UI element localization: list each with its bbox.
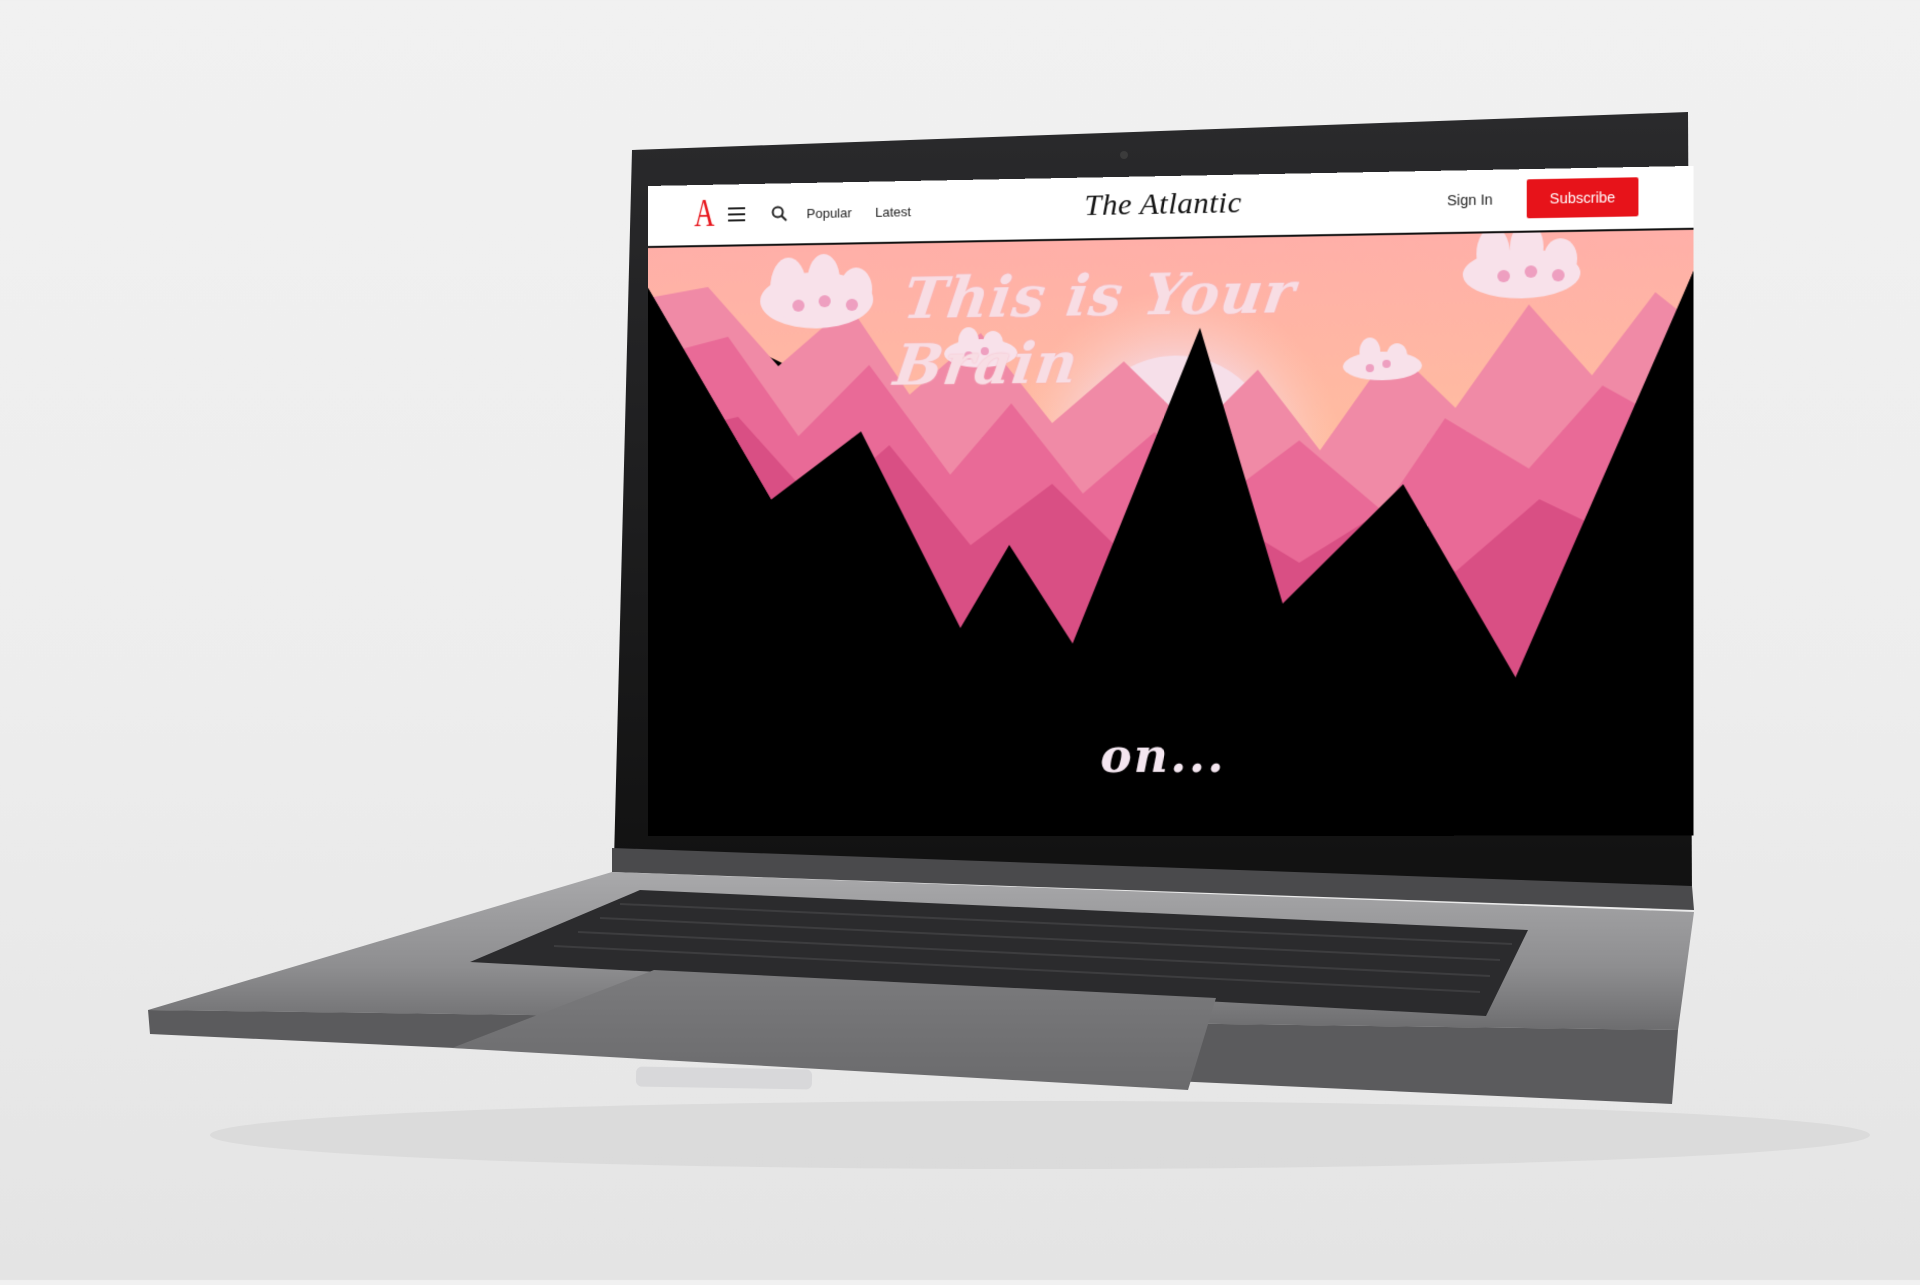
sign-in-link[interactable]: Sign In bbox=[1447, 191, 1493, 208]
subscribe-button[interactable]: Subscribe bbox=[1526, 177, 1639, 219]
hero-subtitle: on... bbox=[1100, 728, 1226, 784]
hero-illustration: This is Your Brain on... bbox=[648, 229, 1694, 836]
website-screen: A Popular Latest The Atlantic Sign In Su… bbox=[648, 165, 1694, 837]
hero-title: This is Your Brain bbox=[890, 259, 1301, 399]
